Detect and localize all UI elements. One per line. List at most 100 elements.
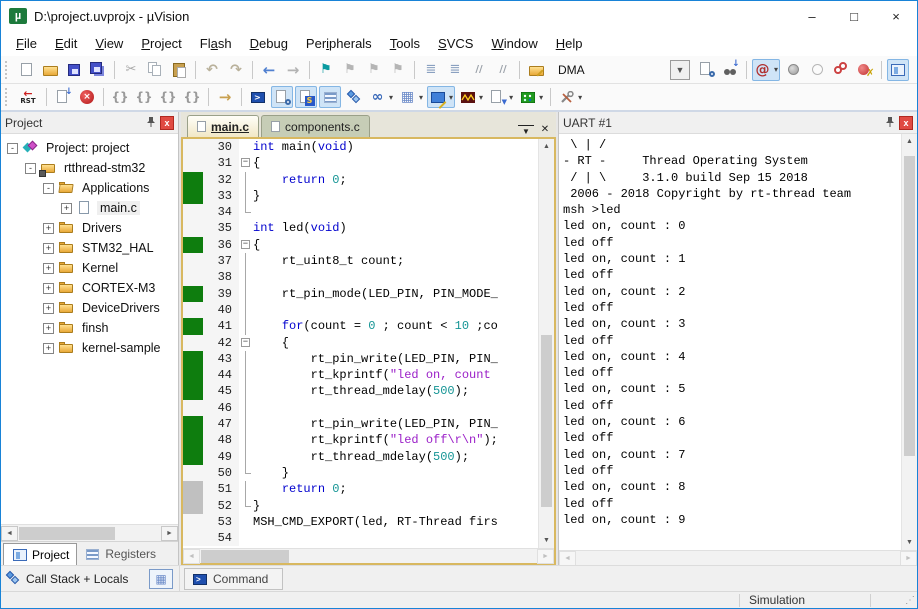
analysis-window-button[interactable]: ▾ xyxy=(457,86,485,108)
project-panel-header[interactable]: Project x xyxy=(1,112,178,134)
expand-icon[interactable]: + xyxy=(43,343,54,354)
tree-item-project-project[interactable]: -Project: project xyxy=(1,138,178,158)
fold-collapse-icon[interactable]: − xyxy=(241,338,250,347)
scrollbar-thumb[interactable] xyxy=(904,156,915,456)
dropdown-caret-icon[interactable]: ▾ xyxy=(539,93,543,102)
find-button[interactable]: ↓ xyxy=(719,59,741,81)
scroll-left-arrow[interactable]: ◄ xyxy=(183,549,200,564)
menu-edit[interactable]: Edit xyxy=(46,34,86,53)
toggle-bookmark-button[interactable]: ⚑ xyxy=(315,59,337,81)
close-button[interactable]: × xyxy=(875,1,917,31)
menu-window[interactable]: Window xyxy=(482,34,546,53)
open-file-button[interactable] xyxy=(39,59,61,81)
registers-window-button[interactable] xyxy=(319,86,341,108)
kill-all-breakpoints-button[interactable]: ✗ xyxy=(854,59,876,81)
uart-vertical-scrollbar[interactable]: ▲ ▼ xyxy=(901,134,917,550)
run-to-cursor-button[interactable]: {} xyxy=(181,86,203,108)
scrollbar-thumb[interactable] xyxy=(19,527,115,540)
next-bookmark-button[interactable]: ⚑ xyxy=(363,59,385,81)
fold-collapse-icon[interactable]: − xyxy=(241,240,250,249)
indent-button[interactable]: ≣ xyxy=(420,59,442,81)
tree-item-kernel-sample[interactable]: +kernel-sample xyxy=(1,338,178,358)
menu-flash[interactable]: Flash xyxy=(191,34,241,53)
title-bar[interactable]: µ D:\project.uvprojx - µVision – □ × xyxy=(1,1,917,31)
scrollbar-thumb[interactable] xyxy=(541,335,552,507)
menu-help[interactable]: Help xyxy=(547,34,592,53)
menu-file[interactable]: File xyxy=(7,34,46,53)
dropdown-caret-icon[interactable]: ▾ xyxy=(419,93,423,102)
call-stack-window-button[interactable] xyxy=(343,86,365,108)
menu-svcs[interactable]: SVCS xyxy=(429,34,482,53)
toolbox-button[interactable]: ▾ xyxy=(517,86,545,108)
paste-button[interactable] xyxy=(168,59,190,81)
tab-project[interactable]: Project xyxy=(3,543,77,565)
editor-vertical-scrollbar[interactable]: ▲ ▼ xyxy=(538,139,554,548)
fold-margin[interactable]: − xyxy=(239,237,253,253)
expand-icon[interactable]: + xyxy=(43,263,54,274)
tree-item-stm32-hal[interactable]: +STM32_HAL xyxy=(1,238,178,258)
editor-horizontal-scrollbar[interactable]: ◄ ► xyxy=(183,548,554,563)
scroll-up-arrow[interactable]: ▲ xyxy=(540,139,554,154)
close-panel-icon[interactable]: x xyxy=(160,116,174,130)
disassembly-window-button[interactable] xyxy=(271,86,293,108)
insert-breakpoint-button[interactable] xyxy=(782,59,804,81)
tree-item-finsh[interactable]: +finsh xyxy=(1,318,178,338)
menu-peripherals[interactable]: Peripherals xyxy=(297,34,381,53)
dropdown-caret-icon[interactable]: ▾ xyxy=(389,93,393,102)
dropdown-caret-icon[interactable]: ▾ xyxy=(509,93,513,102)
close-panel-icon[interactable]: x xyxy=(899,116,913,130)
chevron-down-icon[interactable]: ▼ xyxy=(670,60,690,80)
scroll-up-arrow[interactable]: ▲ xyxy=(903,134,917,149)
maximize-button[interactable]: □ xyxy=(833,1,875,31)
expand-icon[interactable]: + xyxy=(43,223,54,234)
configure-button[interactable]: ▾ xyxy=(556,86,584,108)
symbol-window-button[interactable]: S xyxy=(295,86,317,108)
resize-grip[interactable]: ⋰ xyxy=(903,595,917,606)
tree-item-cortex-m3[interactable]: +CORTEX-M3 xyxy=(1,278,178,298)
reset-button[interactable]: ←RST xyxy=(15,86,41,108)
fold-margin[interactable]: − xyxy=(239,335,253,351)
tree-item-drivers[interactable]: +Drivers xyxy=(1,218,178,238)
stop-button[interactable]: × xyxy=(76,86,98,108)
watch-window-button[interactable]: ∞▾ xyxy=(367,86,395,108)
tab-registers[interactable]: Registers xyxy=(77,543,163,565)
call-stack-tab[interactable]: Call Stack + Locals ▦ xyxy=(1,566,179,591)
collapse-icon[interactable]: - xyxy=(7,143,18,154)
system-viewer-button[interactable]: ▼▾ xyxy=(487,86,515,108)
project-window-button[interactable] xyxy=(887,59,909,81)
dropdown-caret-icon[interactable]: ▾ xyxy=(449,93,453,102)
collapse-icon[interactable]: - xyxy=(25,163,36,174)
clear-bookmarks-button[interactable]: ⚑ xyxy=(387,59,409,81)
help-search-button[interactable]: @▾ xyxy=(752,59,780,81)
toolbar-handle[interactable] xyxy=(5,88,10,106)
comment-button[interactable]: // xyxy=(468,59,490,81)
copy-button[interactable] xyxy=(144,59,166,81)
dropdown-caret-icon[interactable]: ▾ xyxy=(479,93,483,102)
show-next-statement-button[interactable]: → xyxy=(214,86,236,108)
command-tab[interactable]: > Command xyxy=(184,568,283,590)
toolbar-handle[interactable] xyxy=(5,61,10,79)
expand-icon[interactable]: + xyxy=(43,323,54,334)
save-all-button[interactable] xyxy=(87,59,109,81)
minimize-button[interactable]: – xyxy=(791,1,833,31)
manage-project-items-button[interactable] xyxy=(525,59,547,81)
command-window-button[interactable]: > xyxy=(247,86,269,108)
undo-button[interactable]: ↶ xyxy=(201,59,223,81)
scroll-down-arrow[interactable]: ▼ xyxy=(903,535,917,550)
dropdown-caret-icon[interactable]: ▾ xyxy=(578,93,582,102)
close-document-icon[interactable]: ✕ xyxy=(537,121,553,137)
pin-icon[interactable] xyxy=(885,114,895,132)
expand-icon[interactable]: + xyxy=(43,283,54,294)
menu-debug[interactable]: Debug xyxy=(241,34,297,53)
fold-margin[interactable]: − xyxy=(239,155,253,171)
run-button[interactable]: ↓ xyxy=(52,86,74,108)
new-file-button[interactable] xyxy=(15,59,37,81)
tree-item-rtthread-stm32[interactable]: -rtthread-stm32 xyxy=(1,158,178,178)
step-over-button[interactable]: {} xyxy=(133,86,155,108)
disable-all-breakpoints-button[interactable] xyxy=(830,59,852,81)
scroll-left-arrow[interactable]: ◄ xyxy=(1,526,18,541)
memory-window-button[interactable]: ▦▾ xyxy=(397,86,425,108)
dropdown-caret-icon[interactable]: ▾ xyxy=(774,65,778,74)
tree-item-devicedrivers[interactable]: +DeviceDrivers xyxy=(1,298,178,318)
project-horizontal-scrollbar[interactable]: ◄ ► xyxy=(1,524,178,541)
